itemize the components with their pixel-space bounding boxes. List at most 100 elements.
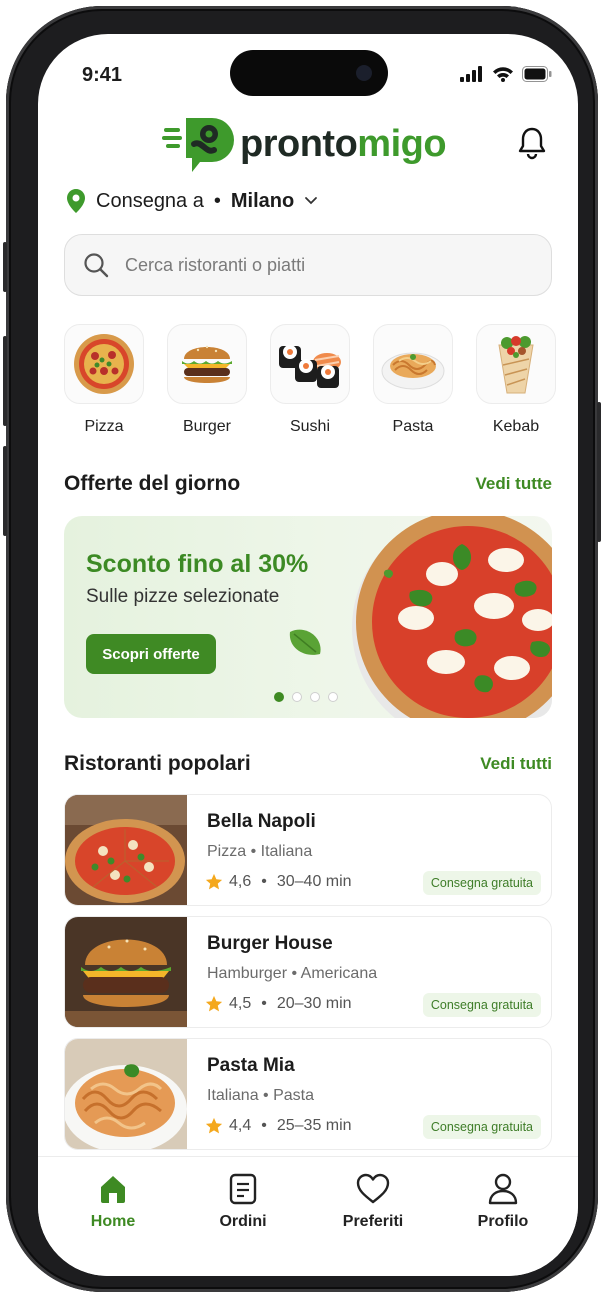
restaurants-section-title: Ristoranti popolari — [64, 752, 251, 775]
brand-wordmark: prontomigo — [240, 122, 447, 166]
burger-icon — [182, 345, 232, 383]
tab-profile[interactable]: Profilo — [453, 1173, 553, 1276]
offers-see-all-link[interactable]: Vedi tutte — [475, 474, 552, 494]
delivery-city: Milano — [230, 189, 295, 212]
tab-home[interactable]: Home — [63, 1173, 163, 1276]
restaurant-name: Bella Napoli — [207, 811, 316, 832]
pasta-icon — [381, 352, 445, 390]
category-pasta[interactable]: Pasta — [373, 324, 453, 436]
restaurant-tags: Italiana • Pasta — [207, 1087, 314, 1104]
restaurant-meta: 4,6 • 30–40 min — [205, 873, 352, 891]
category-tile — [373, 324, 453, 404]
meta-separator: • — [261, 873, 267, 890]
category-pizza[interactable]: Pizza — [64, 324, 144, 436]
basil-leaf-icon — [289, 629, 321, 655]
kebab-icon — [498, 336, 534, 394]
power-button — [597, 402, 601, 542]
restaurant-photo-pasta — [65, 1039, 187, 1149]
tab-label: Home — [90, 1213, 136, 1230]
battery-icon — [522, 66, 552, 82]
restaurant-name: Burger House — [207, 933, 333, 954]
wifi-icon — [493, 67, 513, 82]
free-delivery-badge: Consegna gratuita — [422, 1115, 541, 1139]
delivery-prefix: Consegna a — [96, 189, 204, 212]
category-tile — [476, 324, 556, 404]
restaurant-tags: Hamburger • Americana — [207, 965, 378, 982]
search-icon — [84, 253, 109, 278]
restaurant-list: Bella Napoli Pizza • Italiana 4,6 • 30–4… — [64, 794, 552, 1160]
star-icon — [205, 873, 223, 890]
search-bar — [64, 234, 552, 296]
carousel-dot-active[interactable] — [274, 692, 284, 702]
tab-label: Ordini — [219, 1213, 267, 1230]
pizza-icon — [74, 334, 134, 394]
brand-wordmark-part1: pronto — [240, 122, 358, 165]
restaurant-delivery-time: 30–40 min — [276, 873, 352, 890]
restaurants-see-all-link[interactable]: Vedi tutti — [480, 754, 552, 774]
offers-section-title: Offerte del giorno — [64, 472, 241, 495]
meta-separator: • — [261, 995, 267, 1012]
category-label: Pasta — [392, 418, 434, 435]
notification-bell-icon[interactable] — [516, 126, 548, 160]
category-label: Sushi — [289, 418, 331, 435]
brand-logo: prontomigo — [162, 114, 447, 174]
carousel-dot[interactable] — [310, 692, 320, 702]
meta-separator: • — [261, 1117, 267, 1134]
restaurant-name: Pasta Mia — [207, 1055, 295, 1076]
carousel-dot[interactable] — [292, 692, 302, 702]
free-delivery-badge: Consegna gratuita — [422, 993, 541, 1017]
restaurant-meta: 4,4 • 25–35 min — [205, 1117, 352, 1135]
home-icon — [101, 1176, 125, 1203]
bottom-tab-bar: Home Ordini Preferiti Profilo — [38, 1156, 578, 1276]
cellular-signal-icon — [460, 66, 482, 82]
status-icons — [460, 66, 552, 82]
category-kebab[interactable]: Kebab — [476, 324, 556, 436]
category-tile — [167, 324, 247, 404]
logo-mark-icon — [162, 118, 234, 172]
category-burger[interactable]: Burger — [167, 324, 247, 436]
restaurant-rating: 4,4 — [229, 1117, 252, 1134]
star-icon — [205, 995, 223, 1012]
user-icon — [488, 1173, 518, 1205]
tab-label: Preferiti — [342, 1213, 404, 1230]
restaurant-photo-burger — [65, 917, 187, 1027]
carousel-dot[interactable] — [328, 692, 338, 702]
location-pin-icon — [67, 189, 85, 213]
category-tile — [64, 324, 144, 404]
volume-down-button — [3, 446, 7, 536]
delivery-location-selector[interactable]: Consegna a • Milano — [66, 188, 318, 214]
restaurant-meta: 4,5 • 20–30 min — [205, 995, 352, 1013]
category-label: Burger — [182, 418, 232, 435]
volume-up-button — [3, 336, 7, 426]
action-button — [3, 242, 7, 292]
tab-orders[interactable]: Ordini — [193, 1173, 293, 1276]
category-label: Pizza — [84, 418, 124, 435]
category-list: Pizza Burger Sushi Pasta Kebab — [64, 324, 556, 436]
discover-offers-button[interactable]: Scopri offerte — [86, 634, 216, 674]
offer-headline: Sconto fino al 30% — [86, 550, 309, 578]
tab-label: Profilo — [477, 1213, 529, 1230]
brand-wordmark-part2: migo — [357, 122, 447, 165]
phone-frame: 9:41 prontomigo Consegna a • Milano Cerc… — [3, 6, 601, 1292]
star-icon — [205, 1117, 223, 1134]
pizza-margherita-image — [352, 516, 552, 718]
tab-favorites[interactable]: Preferiti — [323, 1173, 423, 1276]
offer-banner[interactable]: Sconto fino al 30% Sulle pizze seleziona… — [64, 516, 552, 718]
category-sushi[interactable]: Sushi — [270, 324, 350, 436]
chevron-down-icon — [305, 197, 318, 205]
restaurant-card[interactable]: Bella Napoli Pizza • Italiana 4,6 • 30–4… — [64, 794, 552, 906]
restaurant-rating: 4,6 — [229, 873, 252, 890]
restaurant-card[interactable]: Burger House Hamburger • Americana 4,5 •… — [64, 916, 552, 1028]
restaurant-photo-pizza — [65, 795, 187, 905]
restaurant-rating: 4,5 — [229, 995, 252, 1012]
restaurant-card[interactable]: Pasta Mia Italiana • Pasta 4,4 • 25–35 m… — [64, 1038, 552, 1150]
delivery-separator: • — [213, 189, 221, 212]
offer-subtitle: Sulle pizze selezionate — [86, 586, 280, 607]
orders-icon — [229, 1173, 257, 1205]
dynamic-island — [230, 50, 388, 96]
status-time: 9:41 — [82, 64, 123, 86]
search-input[interactable] — [125, 254, 505, 276]
sushi-icon — [279, 345, 341, 388]
restaurant-delivery-time: 25–35 min — [276, 1117, 352, 1134]
restaurant-tags: Pizza • Italiana — [207, 843, 313, 860]
